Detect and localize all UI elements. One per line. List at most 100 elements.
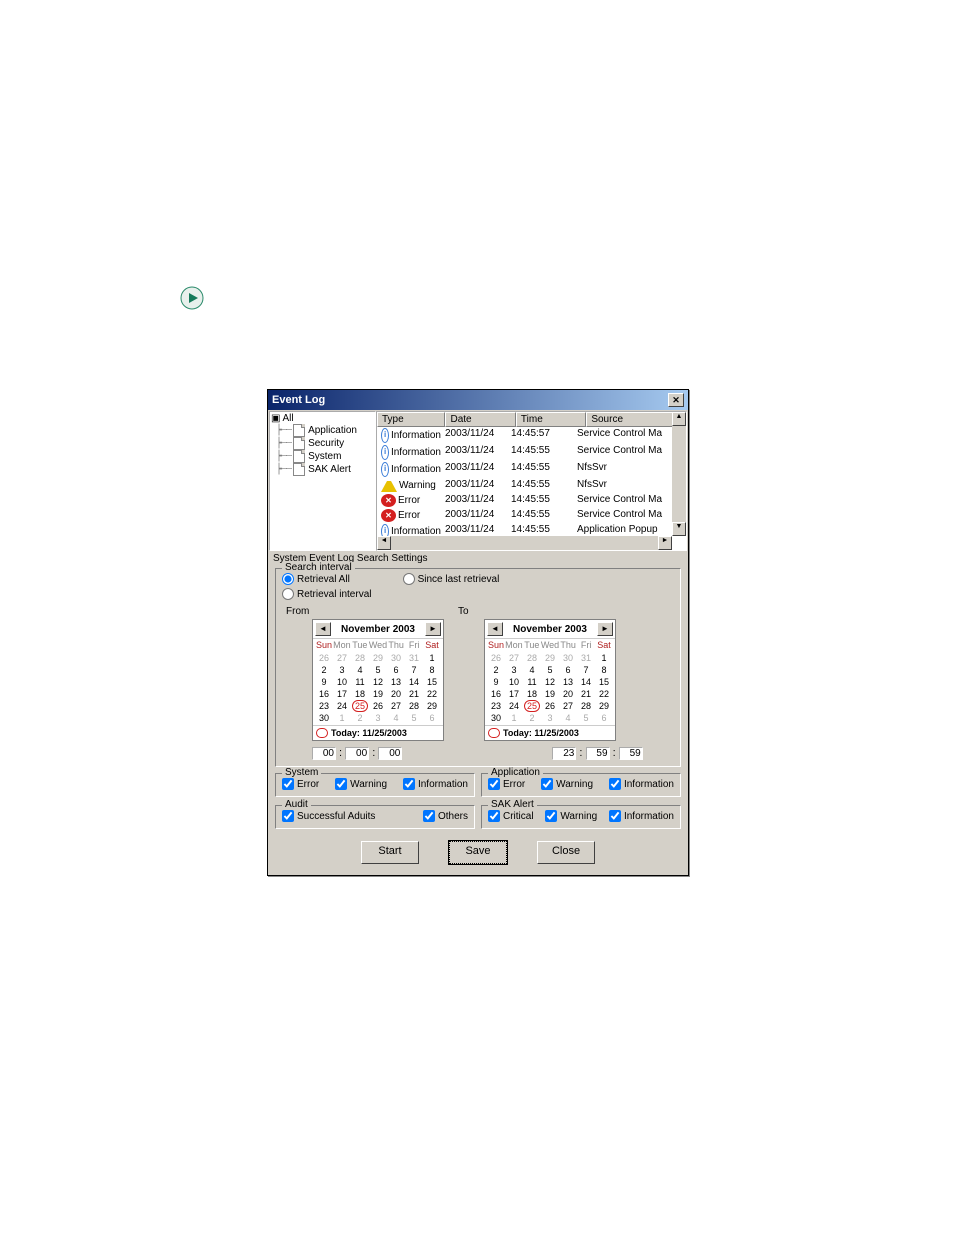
- calendar-day[interactable]: 9: [315, 676, 333, 688]
- calendar-day[interactable]: 10: [505, 676, 523, 688]
- calendar-day[interactable]: 1: [333, 712, 351, 724]
- table-row[interactable]: ✕ Error2003/11/2414:45:55Service Control…: [377, 493, 686, 508]
- calendar-day[interactable]: 5: [577, 712, 595, 724]
- calendar-day[interactable]: 4: [523, 664, 541, 676]
- calendar-day[interactable]: 9: [487, 676, 505, 688]
- from-sec[interactable]: [378, 747, 402, 760]
- calendar-day[interactable]: 25: [352, 700, 368, 712]
- calendar-day[interactable]: 31: [405, 652, 423, 664]
- calendar-day[interactable]: 28: [523, 652, 541, 664]
- radio-since-last[interactable]: Since last retrieval: [403, 574, 500, 585]
- cal-next-icon[interactable]: ►: [425, 622, 441, 636]
- scroll-up-icon[interactable]: ▲: [672, 412, 686, 426]
- save-button[interactable]: Save: [449, 841, 507, 864]
- calendar-day[interactable]: 3: [369, 712, 387, 724]
- scrollbar-vertical[interactable]: ▲ ▼: [672, 412, 686, 536]
- sak-warning-check[interactable]: Warning: [545, 810, 597, 822]
- calendar-day[interactable]: 5: [405, 712, 423, 724]
- from-min[interactable]: [345, 747, 369, 760]
- calendar-day[interactable]: 14: [577, 676, 595, 688]
- tree-item[interactable]: ┝┄┄SAK Alert: [276, 463, 374, 476]
- calendar-day[interactable]: 19: [541, 688, 559, 700]
- calendar-day[interactable]: 31: [577, 652, 595, 664]
- calendar-day[interactable]: 27: [505, 652, 523, 664]
- calendar-day[interactable]: 4: [387, 712, 405, 724]
- radio-retrieval-interval[interactable]: Retrieval interval: [282, 589, 371, 600]
- calendar-day[interactable]: 4: [559, 712, 577, 724]
- system-info-check[interactable]: Information: [403, 778, 468, 790]
- start-button[interactable]: Start: [361, 841, 419, 864]
- to-calendar[interactable]: ◄ November 2003 ► SunMonTueWedThuFriSat …: [484, 619, 616, 741]
- calendar-day[interactable]: 27: [333, 652, 351, 664]
- calendar-day[interactable]: 17: [505, 688, 523, 700]
- calendar-day[interactable]: 21: [405, 688, 423, 700]
- audit-success-check[interactable]: Successful Aduits: [282, 810, 375, 822]
- calendar-day[interactable]: 30: [387, 652, 405, 664]
- tree-root[interactable]: ▣All: [271, 413, 374, 424]
- table-row[interactable]: Warning2003/11/2414:45:55NfsSvr: [377, 478, 686, 493]
- to-min[interactable]: [586, 747, 610, 760]
- calendar-day[interactable]: 28: [405, 700, 423, 712]
- calendar-day[interactable]: 3: [333, 664, 351, 676]
- calendar-day[interactable]: 24: [505, 700, 523, 712]
- calendar-day[interactable]: 29: [541, 652, 559, 664]
- calendar-day[interactable]: 22: [595, 688, 613, 700]
- calendar-day[interactable]: 12: [541, 676, 559, 688]
- sak-critical-check[interactable]: Critical: [488, 810, 534, 822]
- calendar-day[interactable]: 11: [351, 676, 369, 688]
- log-tree[interactable]: ▣All ┝┄┄Application┝┄┄Security┝┄┄System┝…: [269, 411, 376, 551]
- calendar-day[interactable]: 28: [351, 652, 369, 664]
- calendar-day[interactable]: 24: [333, 700, 351, 712]
- table-row[interactable]: ✕ Error2003/11/2414:45:55Service Control…: [377, 508, 686, 523]
- close-button[interactable]: Close: [537, 841, 595, 864]
- scroll-left-icon[interactable]: ◄: [377, 536, 391, 550]
- calendar-day[interactable]: 15: [423, 676, 441, 688]
- audit-others-check[interactable]: Others: [423, 810, 468, 822]
- calendar-day[interactable]: 29: [369, 652, 387, 664]
- calendar-day[interactable]: 16: [487, 688, 505, 700]
- calendar-day[interactable]: 11: [523, 676, 541, 688]
- calendar-day[interactable]: 17: [333, 688, 351, 700]
- app-warning-check[interactable]: Warning: [541, 778, 593, 790]
- calendar-day[interactable]: 2: [523, 712, 541, 724]
- calendar-day[interactable]: 12: [369, 676, 387, 688]
- calendar-day[interactable]: 13: [559, 676, 577, 688]
- to-sec[interactable]: [619, 747, 643, 760]
- from-hour[interactable]: [312, 747, 336, 760]
- calendar-day[interactable]: 6: [423, 712, 441, 724]
- calendar-day[interactable]: 27: [387, 700, 405, 712]
- calendar-day[interactable]: 7: [405, 664, 423, 676]
- calendar-day[interactable]: 1: [595, 652, 613, 664]
- calendar-day[interactable]: 23: [315, 700, 333, 712]
- calendar-day[interactable]: 1: [505, 712, 523, 724]
- app-info-check[interactable]: Information: [609, 778, 674, 790]
- calendar-day[interactable]: 6: [559, 664, 577, 676]
- calendar-day[interactable]: 27: [559, 700, 577, 712]
- calendar-day[interactable]: 29: [423, 700, 441, 712]
- calendar-day[interactable]: 5: [369, 664, 387, 676]
- calendar-day[interactable]: 30: [487, 712, 505, 724]
- calendar-day[interactable]: 2: [315, 664, 333, 676]
- scrollbar-horizontal[interactable]: ◄ ►: [377, 536, 672, 550]
- tree-item[interactable]: ┝┄┄System: [276, 450, 374, 463]
- calendar-day[interactable]: 2: [487, 664, 505, 676]
- calendar-day[interactable]: 18: [523, 688, 541, 700]
- calendar-day[interactable]: 26: [541, 700, 559, 712]
- to-hour[interactable]: [552, 747, 576, 760]
- cal-prev-icon[interactable]: ◄: [487, 622, 503, 636]
- calendar-day[interactable]: 25: [524, 700, 540, 712]
- calendar-day[interactable]: 26: [487, 652, 505, 664]
- calendar-day[interactable]: 1: [423, 652, 441, 664]
- close-icon[interactable]: ✕: [668, 393, 684, 407]
- calendar-day[interactable]: 28: [577, 700, 595, 712]
- calendar-day[interactable]: 3: [505, 664, 523, 676]
- from-calendar[interactable]: ◄ November 2003 ► SunMonTueWedThuFriSat …: [312, 619, 444, 741]
- tree-item[interactable]: ┝┄┄Application: [276, 424, 374, 437]
- calendar-day[interactable]: 26: [369, 700, 387, 712]
- calendar-day[interactable]: 6: [595, 712, 613, 724]
- calendar-day[interactable]: 2: [351, 712, 369, 724]
- calendar-day[interactable]: 20: [559, 688, 577, 700]
- calendar-day[interactable]: 20: [387, 688, 405, 700]
- calendar-day[interactable]: 22: [423, 688, 441, 700]
- calendar-day[interactable]: 18: [351, 688, 369, 700]
